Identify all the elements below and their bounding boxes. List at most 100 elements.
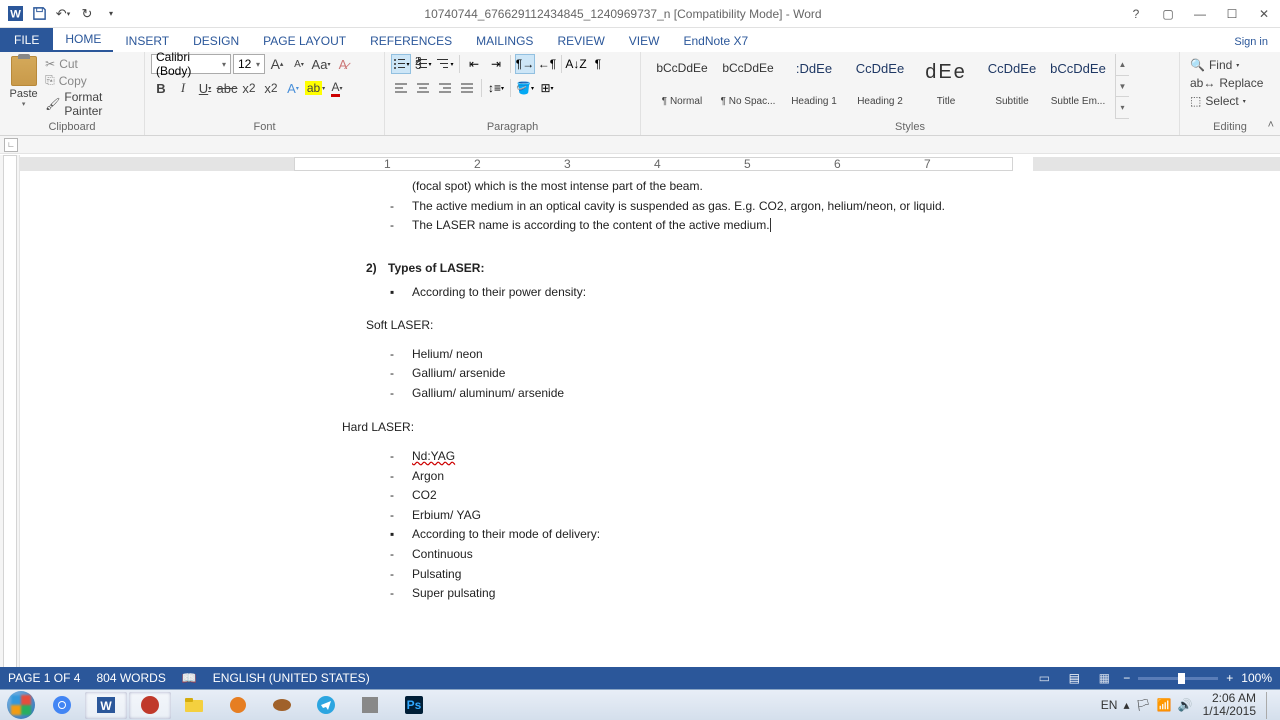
highlight-icon[interactable]: ab▾: [305, 78, 325, 98]
left-to-right-icon[interactable]: ¶→: [515, 54, 535, 74]
collapse-ribbon-icon[interactable]: ˄: [1268, 119, 1274, 131]
zoom-slider[interactable]: [1138, 677, 1218, 680]
subscript-button[interactable]: x2: [239, 78, 259, 98]
taskbar-telegram[interactable]: [305, 692, 347, 719]
style-item[interactable]: dEeTitle: [913, 56, 979, 112]
multilevel-list-button[interactable]: ▾: [435, 54, 455, 74]
format-painter-button[interactable]: 🖌Format Painter: [43, 89, 138, 119]
copy-button[interactable]: ⎘Copy: [43, 72, 138, 89]
change-case-icon[interactable]: Aa▾: [311, 54, 331, 74]
close-icon[interactable]: ✕: [1252, 4, 1276, 24]
redo-icon[interactable]: ↻: [76, 3, 98, 25]
sort-icon[interactable]: A↓Z: [566, 54, 586, 74]
expand-gallery-icon[interactable]: ▾: [1116, 97, 1129, 119]
tab-view[interactable]: VIEW: [617, 30, 672, 52]
status-page[interactable]: PAGE 1 OF 4: [8, 671, 80, 685]
taskbar-word[interactable]: W: [85, 692, 127, 719]
scroll-down-icon[interactable]: ▼: [1116, 76, 1129, 98]
styles-gallery[interactable]: bCcDdEe¶ NormalbCcDdEe¶ No Spac...:DdEeH…: [647, 54, 1113, 119]
tray-clock[interactable]: 2:06 AM 1/14/2015: [1199, 692, 1260, 718]
status-language[interactable]: ENGLISH (UNITED STATES): [213, 671, 370, 685]
strikethrough-button[interactable]: abc: [217, 78, 237, 98]
find-button[interactable]: 🔍Find ▾: [1186, 56, 1274, 74]
tray-expand-icon[interactable]: ▴: [1123, 698, 1129, 712]
align-center-icon[interactable]: [413, 78, 433, 98]
superscript-button[interactable]: x2: [261, 78, 281, 98]
zoom-in-icon[interactable]: +: [1226, 671, 1233, 685]
tab-design[interactable]: DESIGN: [181, 30, 251, 52]
taskbar-app-orange[interactable]: [217, 692, 259, 719]
text-effects-icon[interactable]: A▾: [283, 78, 303, 98]
document-scroll[interactable]: 1234567 (focal spot) which is the most i…: [20, 155, 1280, 684]
italic-button[interactable]: I: [173, 78, 193, 98]
web-layout-icon[interactable]: ▦: [1093, 669, 1115, 687]
increase-indent-icon[interactable]: ⇥: [486, 54, 506, 74]
decrease-indent-icon[interactable]: ⇤: [464, 54, 484, 74]
tray-flag-icon[interactable]: 🏳: [1135, 698, 1150, 712]
taskbar-app-red[interactable]: [129, 692, 171, 719]
taskbar-chrome[interactable]: [41, 692, 83, 719]
zoom-level[interactable]: 100%: [1241, 671, 1272, 685]
shading-icon[interactable]: 🪣▾: [515, 78, 535, 98]
tab-review[interactable]: REVIEW: [545, 30, 616, 52]
font-name-select[interactable]: Calibri (Body)▾: [151, 54, 231, 74]
numbering-button[interactable]: 123▾: [413, 54, 433, 74]
align-right-icon[interactable]: [435, 78, 455, 98]
sign-in-link[interactable]: Sign in: [1222, 32, 1280, 52]
scroll-up-icon[interactable]: ▲: [1116, 54, 1129, 76]
select-button[interactable]: ⬚Select ▾: [1186, 92, 1274, 110]
tab-page-layout[interactable]: PAGE LAYOUT: [251, 30, 358, 52]
document-content[interactable]: (focal spot) which is the most intense p…: [280, 173, 1020, 603]
justify-icon[interactable]: [457, 78, 477, 98]
tab-file[interactable]: FILE: [0, 28, 53, 52]
maximize-icon[interactable]: ☐: [1220, 4, 1244, 24]
font-color-icon[interactable]: A▾: [327, 78, 347, 98]
style-item[interactable]: bCcDdEe¶ Normal: [649, 56, 715, 112]
font-size-select[interactable]: 12▾: [233, 54, 265, 74]
status-proofing-icon[interactable]: 📖: [182, 671, 197, 685]
tray-network-icon[interactable]: 📶: [1157, 698, 1172, 712]
tab-insert[interactable]: INSERT: [113, 30, 181, 52]
line-spacing-icon[interactable]: ↕≡▾: [486, 78, 506, 98]
taskbar-app-photo[interactable]: [349, 692, 391, 719]
start-button[interactable]: [2, 691, 40, 720]
align-left-icon[interactable]: [391, 78, 411, 98]
style-item[interactable]: CcDdEeHeading 2: [847, 56, 913, 112]
tray-volume-icon[interactable]: 🔊: [1178, 698, 1193, 712]
grow-font-icon[interactable]: A▴: [267, 54, 287, 74]
status-words[interactable]: 804 WORDS: [96, 671, 165, 685]
minimize-icon[interactable]: —: [1188, 4, 1212, 24]
style-item[interactable]: :DdEeHeading 1: [781, 56, 847, 112]
shrink-font-icon[interactable]: A▾: [289, 54, 309, 74]
zoom-out-icon[interactable]: −: [1123, 671, 1130, 685]
help-icon[interactable]: ?: [1124, 4, 1148, 24]
tab-mailings[interactable]: MAILINGS: [464, 30, 545, 52]
taskbar-app-brown[interactable]: [261, 692, 303, 719]
save-icon[interactable]: [28, 3, 50, 25]
print-layout-icon[interactable]: ▤: [1063, 669, 1085, 687]
tray-lang[interactable]: EN: [1101, 698, 1118, 712]
taskbar-photoshop[interactable]: Ps: [393, 692, 435, 719]
style-item[interactable]: bCcDdEeSubtle Em...: [1045, 56, 1111, 112]
read-mode-icon[interactable]: ▭: [1033, 669, 1055, 687]
word-icon[interactable]: W: [4, 3, 26, 25]
tab-endnote[interactable]: EndNote X7: [671, 30, 760, 52]
replace-button[interactable]: ab↔Replace: [1186, 74, 1274, 92]
bold-button[interactable]: B: [151, 78, 171, 98]
ribbon-options-icon[interactable]: ▢: [1156, 4, 1180, 24]
tab-home[interactable]: HOME: [53, 28, 113, 52]
right-to-left-icon[interactable]: ←¶: [537, 54, 557, 74]
cut-button[interactable]: ✂Cut: [43, 56, 138, 72]
underline-button[interactable]: U▾: [195, 78, 215, 98]
show-marks-icon[interactable]: ¶: [588, 54, 608, 74]
qat-customize-icon[interactable]: ▾: [100, 3, 122, 25]
paste-button[interactable]: Paste ▾: [6, 54, 41, 119]
borders-icon[interactable]: ⊞▾: [537, 78, 557, 98]
show-desktop-button[interactable]: [1266, 692, 1274, 719]
tab-references[interactable]: REFERENCES: [358, 30, 464, 52]
style-item[interactable]: CcDdEeSubtitle: [979, 56, 1045, 112]
clear-formatting-icon[interactable]: A̷: [333, 54, 353, 74]
styles-scroll[interactable]: ▲▼▾: [1115, 54, 1129, 119]
taskbar-explorer[interactable]: [173, 692, 215, 719]
style-item[interactable]: bCcDdEe¶ No Spac...: [715, 56, 781, 112]
